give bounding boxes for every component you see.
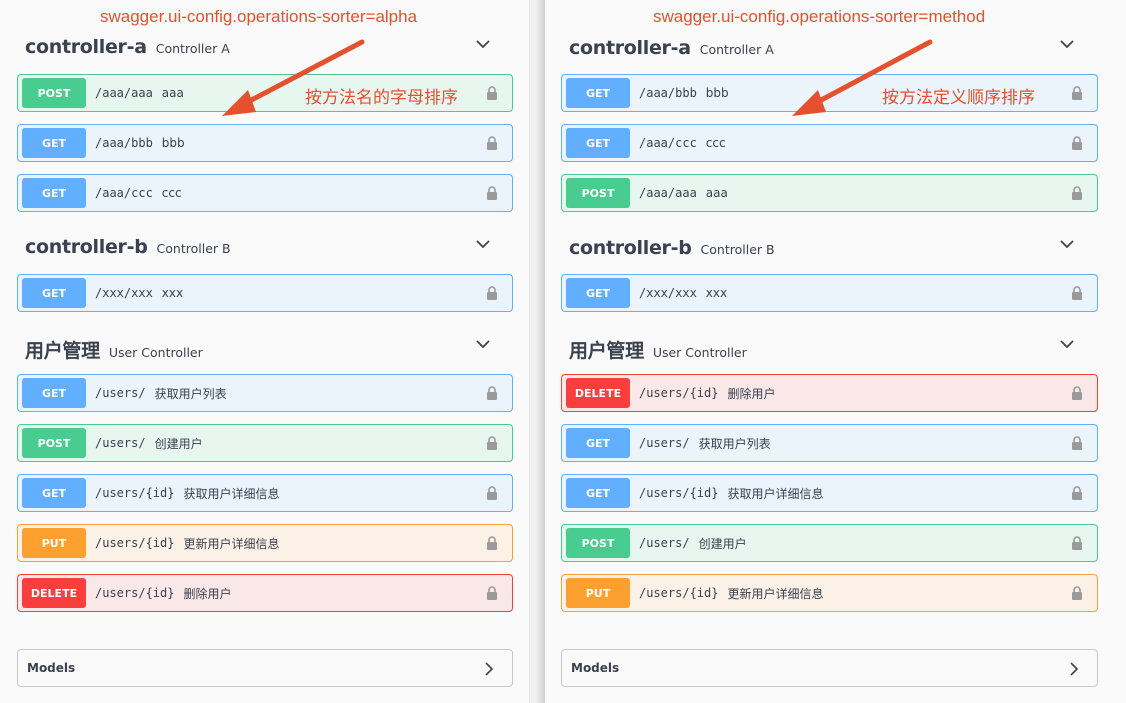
method-badge: DELETE: [566, 378, 630, 408]
operation-row[interactable]: GET /users/{id} 获取用户详细信息: [561, 474, 1098, 512]
lock-icon[interactable]: [1071, 436, 1083, 450]
tag-description: Controller B: [700, 242, 775, 257]
lock-icon[interactable]: [1071, 386, 1083, 400]
operation-row[interactable]: PUT /users/{id} 更新用户详细信息: [561, 574, 1098, 612]
method-badge: POST: [566, 528, 630, 558]
operation-row[interactable]: PUT /users/{id} 更新用户详细信息: [17, 524, 513, 562]
operation-row[interactable]: GET /xxx/xxx xxx: [561, 274, 1098, 312]
method-badge: GET: [22, 478, 86, 508]
lock-icon[interactable]: [1071, 586, 1083, 600]
tag-header-user-controller[interactable]: 用户管理 User Controller: [25, 336, 203, 366]
operation-path: /users/: [95, 386, 146, 400]
operation-path: /users/: [639, 536, 690, 550]
annotation-arrow: [792, 39, 933, 116]
chevron-down-icon[interactable]: [475, 338, 491, 350]
chevron-down-icon[interactable]: [1059, 238, 1075, 250]
tag-header-controller-b[interactable]: controller-b Controller B: [569, 237, 775, 267]
method-badge: PUT: [22, 528, 86, 558]
operation-row[interactable]: POST /users/ 创建用户: [17, 424, 513, 462]
operation-row[interactable]: GET /users/ 获取用户列表: [17, 374, 513, 412]
lock-icon[interactable]: [1071, 536, 1083, 550]
lock-icon[interactable]: [486, 536, 498, 550]
operation-summary: 更新用户详细信息: [727, 586, 824, 601]
lock-icon[interactable]: [1071, 486, 1083, 500]
tag-name: 用户管理: [569, 340, 644, 362]
operation-summary: xxx: [161, 286, 184, 300]
method-badge: GET: [566, 278, 630, 308]
operation-path: /users/: [639, 436, 690, 450]
chevron-down-icon[interactable]: [475, 238, 491, 250]
models-section[interactable]: Models: [17, 649, 513, 687]
tag-description: Controller B: [156, 241, 231, 256]
method-badge: GET: [22, 278, 86, 308]
operation-row[interactable]: DELETE /users/{id} 删除用户: [17, 574, 513, 612]
sort-note: 按方法名的字母排序: [305, 88, 458, 107]
chevron-right-icon[interactable]: [1069, 662, 1079, 676]
operation-summary: 删除用户: [727, 386, 776, 401]
tag-name: 用户管理: [25, 340, 100, 362]
operation-summary: 创建用户: [698, 536, 747, 551]
method-badge: GET: [566, 428, 630, 458]
tag-description: User Controller: [108, 345, 203, 360]
operation-row[interactable]: DELETE /users/{id} 删除用户: [561, 374, 1098, 412]
tag-header-user-controller[interactable]: 用户管理 User Controller: [569, 336, 747, 366]
operation-row[interactable]: GET /xxx/xxx xxx: [17, 274, 513, 312]
method-badge: GET: [566, 478, 630, 508]
method-badge: POST: [22, 428, 86, 458]
operation-path: /xxx/xxx: [639, 286, 697, 300]
operation-summary: xxx: [705, 286, 728, 300]
operation-row[interactable]: POST /users/ 创建用户: [561, 524, 1098, 562]
lock-icon[interactable]: [486, 436, 498, 450]
swagger-panel-alpha: swagger.ui-config.operations-sorter=alph…: [0, 0, 530, 703]
method-badge: GET: [22, 378, 86, 408]
lock-icon[interactable]: [486, 586, 498, 600]
method-badge: PUT: [566, 578, 630, 608]
swagger-panel-method: swagger.ui-config.operations-sorter=meth…: [544, 0, 1126, 703]
sort-note: 按方法定义顺序排序: [882, 88, 1035, 107]
lock-icon[interactable]: [486, 286, 498, 300]
tag-name: controller-b: [25, 236, 148, 258]
operation-row[interactable]: GET /users/{id} 获取用户详细信息: [17, 474, 513, 512]
operation-path: /users/{id}: [95, 486, 175, 500]
tag-description: User Controller: [652, 345, 747, 360]
operation-summary: 创建用户: [154, 436, 203, 451]
panel-gap-shadow: [536, 0, 544, 703]
models-section[interactable]: Models: [561, 649, 1098, 687]
tag-name: controller-b: [569, 237, 692, 259]
operation-summary: 获取用户列表: [154, 386, 227, 401]
tag-header-controller-b[interactable]: controller-b Controller B: [25, 236, 231, 266]
operation-row[interactable]: GET /users/ 获取用户列表: [561, 424, 1098, 462]
models-label: Models: [571, 661, 620, 675]
operation-summary: 更新用户详细信息: [183, 536, 280, 551]
operation-summary: 获取用户列表: [698, 436, 771, 451]
operation-summary: 获取用户详细信息: [183, 486, 280, 501]
lock-icon[interactable]: [1071, 286, 1083, 300]
operation-path: /users/{id}: [639, 386, 719, 400]
operation-path: /users/: [95, 436, 146, 450]
chevron-right-icon[interactable]: [484, 662, 494, 676]
operation-path: /users/{id}: [639, 586, 719, 600]
operation-path: /users/{id}: [95, 586, 175, 600]
lock-icon[interactable]: [486, 386, 498, 400]
operation-path: /xxx/xxx: [95, 286, 153, 300]
operation-summary: 获取用户详细信息: [727, 486, 824, 501]
operation-path: /users/{id}: [639, 486, 719, 500]
lock-icon[interactable]: [486, 486, 498, 500]
operation-path: /users/{id}: [95, 536, 175, 550]
chevron-down-icon[interactable]: [1059, 338, 1075, 350]
method-badge: DELETE: [22, 578, 86, 608]
operation-summary: 删除用户: [183, 586, 232, 601]
models-label: Models: [27, 661, 76, 675]
